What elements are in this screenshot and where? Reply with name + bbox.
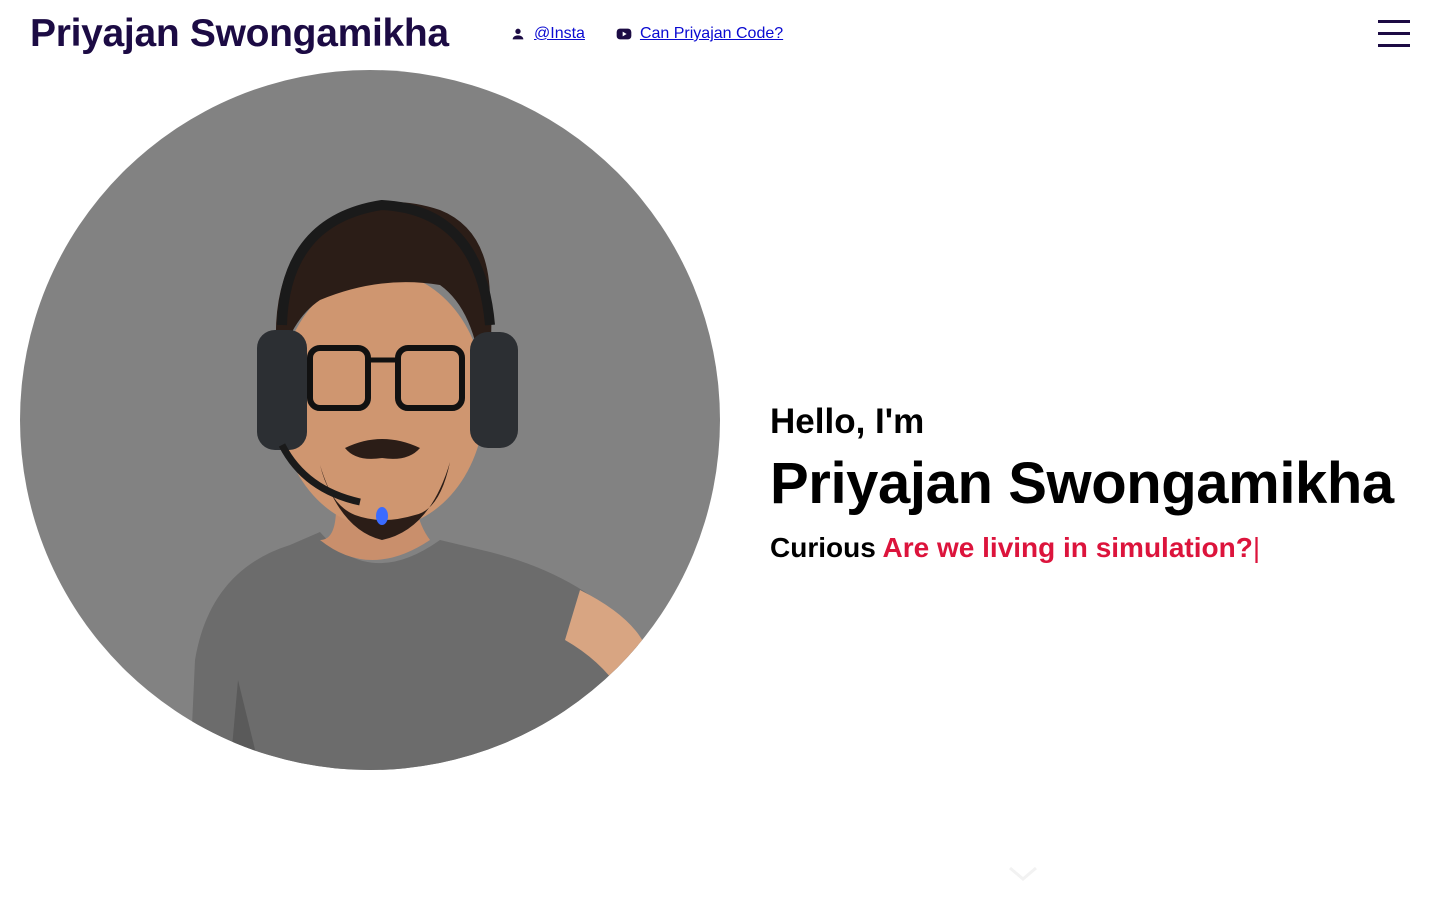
profile-avatar bbox=[20, 70, 720, 770]
insta-link[interactable]: @Insta bbox=[510, 25, 585, 43]
headphone-left-cup bbox=[257, 330, 307, 450]
portrait-illustration bbox=[190, 199, 660, 770]
person-icon bbox=[512, 28, 524, 40]
typing-cursor: | bbox=[1252, 532, 1261, 563]
hero-greeting: Hello, I'm bbox=[770, 402, 925, 441]
mic-light bbox=[376, 507, 388, 525]
hamburger-menu-icon[interactable] bbox=[1378, 20, 1410, 47]
youtube-icon bbox=[616, 28, 632, 40]
site-title[interactable]: Priyajan Swongamikha bbox=[30, 12, 449, 56]
youtube-link[interactable]: Can Priyajan Code? bbox=[616, 25, 783, 43]
top-nav: @Insta Can Priyajan Code? bbox=[510, 24, 783, 44]
hero-name: Priyajan Swongamikha bbox=[770, 451, 1394, 516]
tagline-prefix: Curious bbox=[770, 532, 876, 563]
hamburger-line bbox=[1378, 20, 1410, 23]
tagline-typed-text: Are we living in simulation? bbox=[882, 532, 1253, 563]
hamburger-line bbox=[1378, 32, 1410, 35]
hero-intro: Hello, I'm Priyajan Swongamikha Curious … bbox=[770, 400, 1430, 572]
page: Priyajan Swongamikha @Insta Can Priyajan… bbox=[0, 0, 1440, 900]
insta-link-label[interactable]: @Insta bbox=[534, 25, 585, 43]
headphone-right-cup bbox=[470, 332, 518, 448]
hamburger-line bbox=[1378, 44, 1410, 47]
hero-tagline: Curious Are we living in simulation?| bbox=[770, 524, 1430, 572]
youtube-link-label[interactable]: Can Priyajan Code? bbox=[640, 25, 783, 43]
chevron-down-icon[interactable] bbox=[1008, 866, 1038, 882]
